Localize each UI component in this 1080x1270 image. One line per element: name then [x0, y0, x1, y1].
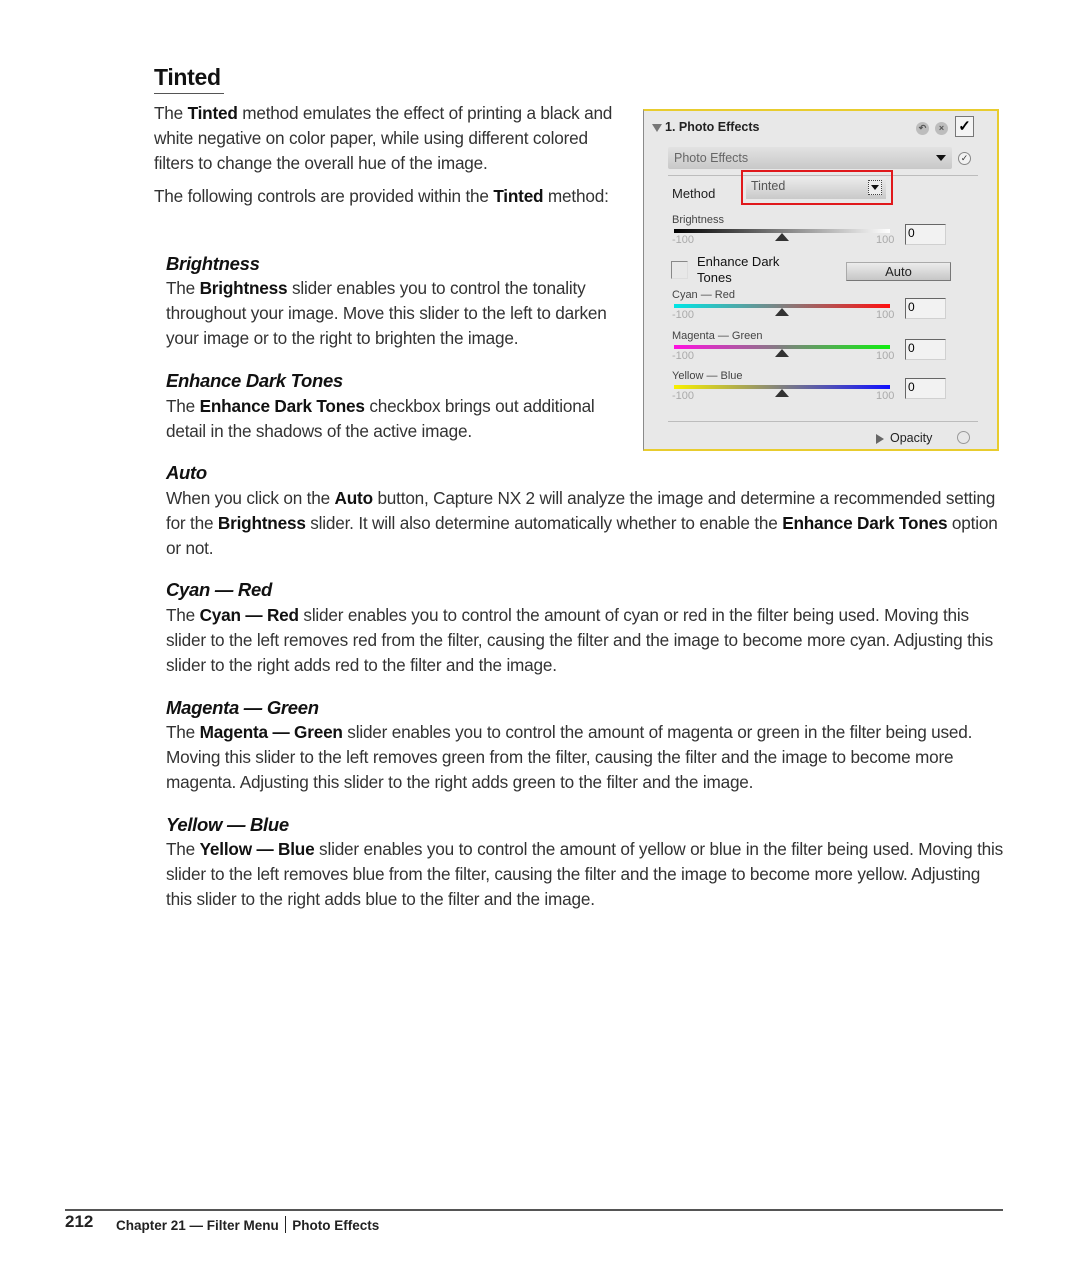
- intro-text-bold: Tinted: [187, 103, 238, 123]
- heading-enhance-dark-tones: Enhance Dark Tones: [166, 370, 343, 391]
- section-title: Tinted: [154, 64, 221, 90]
- bold-term: Auto: [334, 488, 374, 508]
- enhance-dark-tones-checkbox[interactable]: [671, 261, 688, 279]
- yellow-blue-slider-thumb[interactable]: [775, 389, 789, 397]
- heading-brightness: Brightness: [166, 253, 260, 274]
- opacity-label: Opacity: [890, 431, 933, 445]
- slider-max-label: 100: [876, 309, 895, 321]
- photo-effects-panel: 1. Photo Effects ↶ × ✓ Photo Effects ✓ M…: [643, 109, 999, 451]
- footer-separator: [284, 1216, 287, 1233]
- slider-label-yellow-blue: Yellow — Blue: [672, 370, 743, 382]
- paragraph-yellow-blue: The Yellow — Blue slider enables you to …: [166, 837, 1006, 912]
- magenta-green-value-field[interactable]: 0: [905, 339, 946, 360]
- controls-intro-bold: Tinted: [493, 186, 544, 206]
- chevron-down-icon: [936, 155, 946, 161]
- brightness-slider-thumb[interactable]: [775, 233, 789, 241]
- heading-yellow-blue: Yellow — Blue: [166, 814, 289, 835]
- collapse-triangle-icon[interactable]: [652, 123, 662, 132]
- effect-dropdown-value: Photo Effects: [674, 151, 749, 165]
- page-number: 212: [65, 1212, 94, 1231]
- paragraph-enhance-dark-tones: The Enhance Dark Tones checkbox brings o…: [166, 394, 636, 444]
- heading-magenta-green: Magenta — Green: [166, 697, 319, 718]
- intro-paragraph: The Tinted method emulates the effect of…: [154, 101, 624, 176]
- slider-label-brightness: Brightness: [672, 214, 724, 226]
- brightness-value-field[interactable]: 0: [905, 224, 946, 245]
- text: The: [166, 722, 200, 742]
- expand-triangle-icon: [876, 433, 884, 444]
- slider-label-cyan-red: Cyan — Red: [672, 289, 735, 301]
- paragraph-auto: When you click on the Auto button, Captu…: [166, 486, 1006, 561]
- bold-term: Brightness: [217, 513, 306, 533]
- slider-min-label: -100: [672, 350, 695, 362]
- bold-term: Enhance Dark Tones: [199, 396, 365, 416]
- cyan-red-slider-thumb[interactable]: [775, 308, 789, 316]
- text: When you click on the: [166, 488, 335, 508]
- chevron-down-icon: [868, 180, 882, 195]
- slider-max-label: 100: [876, 350, 895, 362]
- opacity-circle-icon[interactable]: [957, 431, 970, 444]
- yellow-blue-value-field[interactable]: 0: [905, 378, 946, 399]
- method-dropdown-value: Tinted: [751, 179, 786, 193]
- footer-section: Photo Effects: [292, 1218, 380, 1233]
- bold-term: Enhance Dark Tones: [782, 513, 948, 533]
- text: slider. It will also determine automatic…: [305, 513, 783, 533]
- panel-title: 1. Photo Effects: [665, 120, 760, 134]
- slider-min-label: -100: [672, 309, 695, 321]
- slider-label-magenta-green: Magenta — Green: [672, 330, 763, 342]
- running-footer: Chapter 21 — Filter Menu Photo Effects: [116, 1216, 379, 1233]
- slider-max-label: 100: [876, 234, 895, 246]
- heading-auto: Auto: [166, 462, 207, 483]
- enhance-dark-tones-label: Enhance Dark Tones: [697, 254, 780, 285]
- intro-text-pre: The: [154, 103, 188, 123]
- text: The: [166, 396, 200, 416]
- controls-intro-post: method:: [543, 186, 609, 206]
- text: The: [166, 278, 200, 298]
- controls-intro-pre: The following controls are provided with…: [154, 186, 494, 206]
- footer-chapter: Chapter 21 — Filter Menu: [116, 1218, 279, 1233]
- enable-step-checkbox[interactable]: ✓: [955, 116, 974, 137]
- cyan-red-value-field[interactable]: 0: [905, 298, 946, 319]
- paragraph-magenta-green: The Magenta — Green slider enables you t…: [166, 720, 1006, 795]
- text: The: [166, 839, 200, 859]
- bold-term: Magenta — Green: [199, 722, 343, 742]
- slider-max-label: 100: [876, 390, 895, 402]
- bold-term: Yellow — Blue: [199, 839, 315, 859]
- panel-header[interactable]: 1. Photo Effects: [652, 120, 759, 134]
- bold-term: Brightness: [199, 278, 288, 298]
- controls-intro-paragraph: The following controls are provided with…: [154, 184, 614, 209]
- footer-rule: [65, 1209, 1003, 1211]
- check-circle-icon[interactable]: ✓: [958, 152, 971, 165]
- magenta-green-slider-thumb[interactable]: [775, 349, 789, 357]
- close-icon[interactable]: ×: [935, 122, 948, 135]
- opacity-toggle[interactable]: Opacity: [876, 431, 932, 445]
- paragraph-brightness: The Brightness slider enables you to con…: [166, 276, 628, 351]
- heading-cyan-red: Cyan — Red: [166, 579, 272, 600]
- text: The: [166, 605, 200, 625]
- effect-dropdown[interactable]: Photo Effects: [668, 147, 952, 169]
- bold-term: Cyan — Red: [199, 605, 299, 625]
- paragraph-cyan-red: The Cyan — Red slider enables you to con…: [166, 603, 1006, 678]
- method-label: Method: [672, 186, 716, 201]
- slider-min-label: -100: [672, 390, 695, 402]
- method-dropdown[interactable]: Tinted: [746, 177, 886, 199]
- slider-min-label: -100: [672, 234, 695, 246]
- auto-button[interactable]: Auto: [846, 262, 951, 281]
- title-underline: [154, 93, 224, 94]
- undo-icon[interactable]: ↶: [916, 122, 929, 135]
- divider: [668, 421, 978, 422]
